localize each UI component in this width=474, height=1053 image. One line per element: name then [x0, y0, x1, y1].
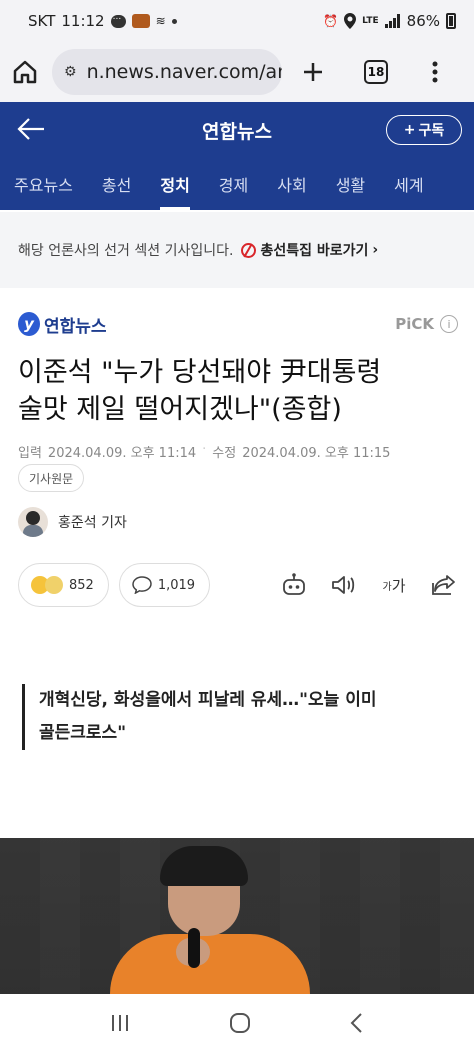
status-bar: SKT 11:12 ≋ ⏰ LTE 86% — [0, 0, 474, 42]
browser-toolbar: ⚙ n.news.naver.com/ar 18 — [0, 42, 474, 102]
network-type: LTE — [362, 15, 379, 26]
press-name: 연합뉴스 — [44, 316, 107, 337]
edit-label: 수정 — [212, 446, 237, 461]
share-button[interactable] — [430, 571, 458, 599]
reporter-name: 홍준석 기자 — [58, 515, 127, 531]
subscribe-label: 구독 — [418, 123, 445, 139]
section-tabs: 주요뉴스 총선 정치 경제 사회 생활 세계 — [0, 158, 474, 210]
election-banner: 해당 언론사의 선거 섹션 기사입니다. 총선특집 바로가기 › — [0, 212, 474, 288]
message-notification-icon — [110, 12, 126, 28]
font-small-label: 가 — [382, 581, 392, 593]
battery-icon — [446, 13, 456, 29]
subscribe-button[interactable]: + 구독 — [386, 115, 462, 145]
new-tab-button[interactable] — [302, 61, 324, 83]
reporter-avatar — [18, 507, 48, 537]
plus-icon — [304, 63, 322, 81]
article-action-bar: 852 1,019 가가 — [18, 562, 458, 608]
tab-main-news[interactable]: 주요뉴스 — [14, 158, 73, 210]
robot-icon — [283, 573, 305, 595]
browser-menu-button[interactable] — [432, 61, 438, 83]
arrow-left-icon — [17, 118, 44, 140]
subheading-line-1: 개혁신당, 화성을에서 피날레 유세…"오늘 이미 — [39, 690, 377, 710]
photo-person-body — [110, 934, 310, 994]
edit-date: 2024.04.09. 오후 11:15 — [242, 446, 391, 461]
comment-icon — [132, 576, 152, 594]
text-to-speech-button[interactable] — [330, 571, 358, 599]
tab-economy[interactable]: 경제 — [219, 158, 248, 210]
system-navigation-bar — [0, 996, 474, 1053]
photo-person-hair — [160, 846, 248, 886]
date-separator: · — [202, 442, 207, 457]
article-photo[interactable] — [0, 838, 474, 994]
tab-switcher-button[interactable]: 18 — [364, 60, 388, 84]
battery-percent: 86% — [406, 12, 440, 30]
subheading-line-2: 골든크로스" — [39, 723, 127, 743]
location-icon — [344, 13, 357, 29]
press-line: y 연합뉴스 PiCK i — [18, 308, 458, 340]
speaker-icon — [332, 576, 355, 594]
headline-line-2: 술맛 제일 떨어지겠나"(종합) — [18, 394, 342, 425]
election-special-link[interactable]: 총선특집 바로가기 › — [241, 240, 378, 260]
home-circle-icon — [230, 1012, 250, 1033]
vote-icon — [241, 242, 257, 258]
article-headline: 이준석 "누가 당선돼야 尹대통령 술맛 제일 떨어지겠나"(종합) — [18, 354, 458, 428]
site-settings-icon[interactable]: ⚙ — [64, 64, 77, 80]
tab-world[interactable]: 세계 — [394, 158, 423, 210]
reporter-info[interactable]: 홍준석 기자 — [18, 507, 127, 537]
home-button[interactable] — [12, 59, 38, 85]
headline-line-1: 이준석 "누가 당선돼야 尹대통령 — [18, 357, 382, 388]
original-article-button[interactable]: 기사원문 — [18, 464, 85, 492]
summary-bot-button[interactable] — [280, 571, 308, 599]
article-dates: 입력 2024.04.09. 오후 11:14 · 수정 2024.04.09.… — [18, 442, 458, 461]
election-notice: 해당 언론사의 선거 섹션 기사입니다. — [18, 243, 234, 259]
system-home-button[interactable] — [229, 1012, 251, 1038]
stack-notification-icon: ≋ — [155, 14, 166, 28]
pick-label: PiCK — [395, 315, 434, 333]
share-icon — [432, 575, 455, 595]
url-text: n.news.naver.com/ar — [86, 61, 282, 83]
address-bar[interactable]: ⚙ n.news.naver.com/ar — [52, 49, 282, 95]
yonhap-logo-icon: y — [18, 312, 40, 336]
press-header: 연합뉴스 + 구독 — [0, 102, 474, 158]
recent-apps-button[interactable] — [109, 1013, 131, 1037]
font-size-button[interactable]: 가가 — [380, 571, 408, 599]
plus-icon: + — [403, 122, 416, 138]
comment-count: 1,019 — [157, 577, 196, 593]
tab-life[interactable]: 생활 — [336, 158, 365, 210]
reaction-emoji-icon — [45, 576, 63, 594]
recent-apps-icon — [112, 1014, 128, 1031]
reaction-count: 852 — [69, 577, 94, 593]
app-notification-icon — [131, 14, 150, 28]
pick-badge: PiCK i — [395, 315, 458, 333]
back-button[interactable] — [16, 114, 46, 148]
reaction-button[interactable]: 852 — [18, 563, 109, 607]
election-link-label: 총선특집 바로가기 — [260, 243, 369, 259]
more-vert-icon — [432, 61, 438, 83]
home-icon — [13, 60, 37, 84]
chevron-right-icon: › — [372, 242, 379, 258]
signal-icon — [384, 14, 400, 28]
back-chevron-icon — [350, 1012, 362, 1033]
carrier-label: SKT — [28, 12, 56, 30]
tab-count: 18 — [364, 60, 388, 84]
press-logo[interactable]: y 연합뉴스 — [18, 312, 107, 337]
input-label: 입력 — [18, 446, 42, 461]
alarm-icon: ⏰ — [323, 14, 339, 28]
microphone — [188, 928, 200, 968]
press-title[interactable]: 연합뉴스 — [202, 117, 272, 144]
tab-politics[interactable]: 정치 — [160, 158, 191, 210]
info-icon[interactable]: i — [440, 315, 458, 333]
input-date: 2024.04.09. 오후 11:14 — [47, 446, 197, 461]
tab-election[interactable]: 총선 — [102, 158, 131, 210]
article-subheading: 개혁신당, 화성을에서 피날레 유세…"오늘 이미 골든크로스" — [22, 684, 452, 750]
tab-society[interactable]: 사회 — [277, 158, 306, 210]
comment-button[interactable]: 1,019 — [118, 563, 211, 607]
system-back-button[interactable] — [349, 1012, 365, 1038]
clock: 11:12 — [61, 12, 105, 30]
font-large-label: 가 — [391, 576, 406, 595]
more-notifications-icon — [171, 18, 177, 24]
